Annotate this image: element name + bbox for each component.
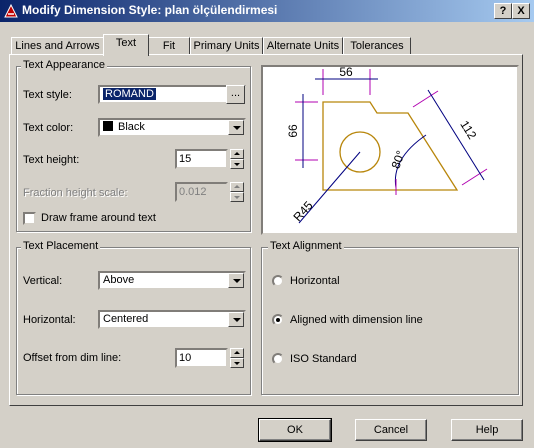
dim-text-left: 66 [286,124,300,138]
help-title-button[interactable]: ? [494,3,512,19]
horizontal-value: Centered [103,313,149,325]
text-style-browse-button[interactable]: ... [226,85,245,104]
tab-text[interactable]: Text [103,34,149,56]
dim-text-angle: 80° [389,149,408,171]
close-button[interactable]: X [512,3,530,19]
radio-iso-label: ISO Standard [290,353,357,365]
draw-frame-checkbox[interactable] [23,212,36,225]
ext-line [461,168,488,186]
vertical-value: Above [103,274,135,286]
tab-primary-units[interactable]: Primary Units [190,37,263,55]
tab-fit[interactable]: Fit [148,37,190,55]
tab-tolerances[interactable]: Tolerances [343,37,411,55]
app-icon [4,3,18,18]
part-outline [322,101,459,191]
chevron-down-icon[interactable] [228,312,244,327]
offset-input[interactable]: 10 [175,348,228,368]
help-button[interactable]: Help [451,419,523,441]
color-swatch [103,121,113,131]
offset-label: Offset from dim line: [23,352,122,364]
dim-text-top: 56 [339,67,353,79]
radio-aligned[interactable] [272,314,284,326]
text-height-input[interactable]: 15 [175,149,228,169]
text-style-combo[interactable]: ROMAND [98,85,246,104]
dimension-preview: 56 66 112 80° R45 [286,65,488,224]
text-style-label: Text style: [23,89,72,101]
radio-horizontal-label: Horizontal [290,275,340,287]
chevron-down-icon[interactable] [228,273,244,288]
radio-iso[interactable] [272,353,284,365]
horizontal-label: Horizontal: [23,314,76,326]
fraction-height-input[interactable]: 0.012 [175,182,228,202]
radio-horizontal[interactable] [272,275,284,287]
chevron-down-icon[interactable] [228,120,244,135]
horizontal-combo[interactable]: Centered [98,310,246,329]
text-height-spinner[interactable] [230,149,244,169]
fraction-height-label: Fraction height scale: [23,187,128,199]
text-color-value: Black [118,121,145,133]
text-color-combo[interactable]: Black [98,118,246,137]
tab-alternate-units[interactable]: Alternate Units [263,37,343,55]
text-style-value: ROMAND [103,88,156,100]
ok-button[interactable]: OK [258,418,332,442]
vertical-label: Vertical: [23,275,63,287]
text-placement-label: Text Placement [21,240,101,252]
cancel-button[interactable]: Cancel [355,419,427,441]
text-appearance-label: Text Appearance [21,59,107,71]
radio-aligned-label: Aligned with dimension line [290,314,423,326]
ext-line [412,90,439,108]
tab-lines-and-arrows[interactable]: Lines and Arrows [11,37,104,55]
draw-frame-label: Draw frame around text [41,212,156,224]
text-alignment-label: Text Alignment [268,240,344,252]
preview-pane: 56 66 112 80° R45 [261,65,519,235]
text-color-label: Text color: [23,122,74,134]
dim-text-right: 112 [457,118,479,142]
offset-spinner[interactable] [230,348,244,368]
dim-text-radius: R45 [290,198,315,224]
window-title: Modify Dimension Style: plan ölçülendirm… [22,3,278,17]
vertical-combo[interactable]: Above [98,271,246,290]
text-height-label: Text height: [23,154,80,166]
fraction-height-spinner[interactable] [230,182,244,202]
